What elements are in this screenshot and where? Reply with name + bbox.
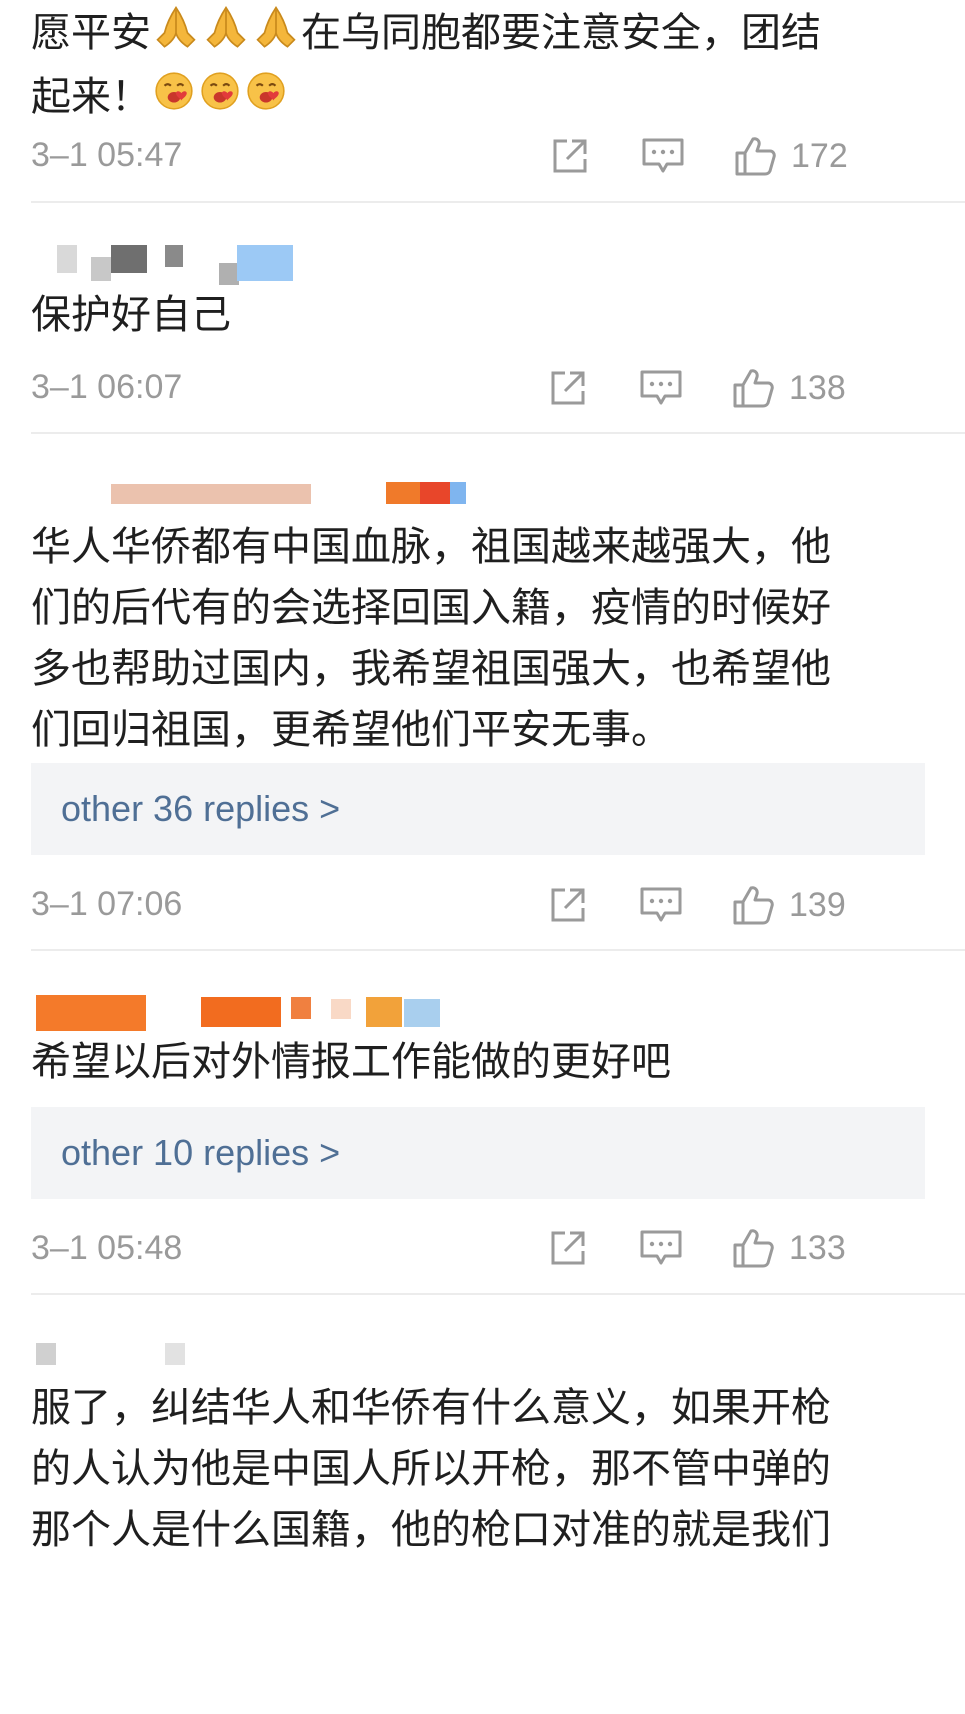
more-replies-link[interactable]: other 36 replies > xyxy=(31,763,925,855)
share-icon xyxy=(548,885,588,925)
comment-actions: 138 xyxy=(0,364,965,412)
divider xyxy=(31,201,965,203)
share-icon xyxy=(548,1228,588,1268)
username-blurred[interactable] xyxy=(31,1343,231,1383)
share-icon xyxy=(548,368,588,408)
comment-text: 华人华侨都有中国血脉，祖国越来越强大，他们的后代有的会选择回国入籍，疫情的时候好… xyxy=(31,524,831,753)
share-icon xyxy=(550,136,590,176)
like-count: 139 xyxy=(789,885,846,924)
thumbs-up-icon xyxy=(731,1226,775,1270)
comment-button[interactable] xyxy=(639,364,683,412)
comment-text: 希望以后对外情报工作能做的更好吧 xyxy=(31,1039,671,1085)
comment-icon xyxy=(639,368,683,408)
comment-button[interactable] xyxy=(641,132,685,180)
share-button[interactable] xyxy=(548,881,588,929)
divider xyxy=(31,949,965,951)
comment-icon xyxy=(639,885,683,925)
comment-actions: 172 xyxy=(0,132,965,180)
like-button[interactable]: 139 xyxy=(731,881,846,929)
pray-emoji-icon xyxy=(153,3,199,67)
pray-emoji-icon xyxy=(253,3,299,67)
like-count: 133 xyxy=(789,1228,846,1267)
share-button[interactable] xyxy=(548,1224,588,1272)
comment-text: 服了，纠结华人和华侨有什么意义，如果开枪的人认为他是中国人所以开枪，那不管中弹的… xyxy=(31,1385,831,1553)
thumbs-up-icon xyxy=(733,134,777,178)
like-button[interactable]: 172 xyxy=(733,132,848,180)
thumbs-up-icon xyxy=(731,366,775,410)
share-button[interactable] xyxy=(550,132,590,180)
pray-emoji-icon xyxy=(203,3,249,67)
username-blurred[interactable] xyxy=(31,474,471,514)
comment-button[interactable] xyxy=(639,881,683,929)
comment-text: 愿平安 在乌同胞都要注意安全，团结 起来！ xyxy=(31,3,911,130)
divider xyxy=(31,1293,965,1295)
comment-icon xyxy=(639,1228,683,1268)
thumbs-up-icon xyxy=(731,883,775,927)
username-blurred[interactable] xyxy=(31,245,301,285)
comment-text: 保护好自己 xyxy=(31,292,231,338)
comment-button[interactable] xyxy=(639,1224,683,1272)
share-button[interactable] xyxy=(548,364,588,412)
comment-actions: 133 xyxy=(0,1224,965,1272)
blowing-kiss-emoji-icon xyxy=(199,69,241,130)
blowing-kiss-emoji-icon xyxy=(245,69,287,130)
like-count: 172 xyxy=(791,136,848,175)
divider xyxy=(31,432,965,434)
comment-icon xyxy=(641,136,685,176)
like-button[interactable]: 138 xyxy=(731,364,846,412)
comment-actions: 139 xyxy=(0,881,965,929)
like-button[interactable]: 133 xyxy=(731,1224,846,1272)
like-count: 138 xyxy=(789,368,846,407)
more-replies-link[interactable]: other 10 replies > xyxy=(31,1107,925,1199)
username-blurred[interactable] xyxy=(31,995,451,1035)
blowing-kiss-emoji-icon xyxy=(153,69,195,130)
